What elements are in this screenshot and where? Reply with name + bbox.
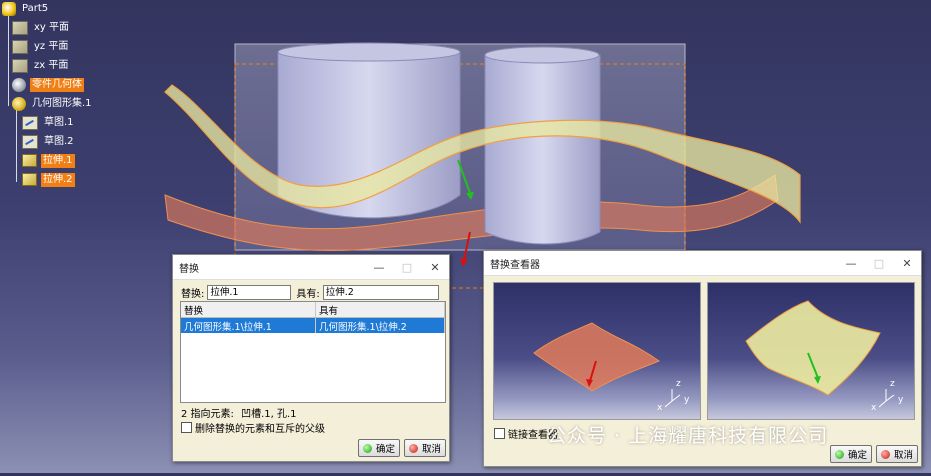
tree-item-sketch-1[interactable]: 草图.1: [22, 114, 76, 131]
ok-icon: [362, 443, 372, 453]
cancel-label: 取消: [421, 444, 441, 455]
column-header[interactable]: 替换: [181, 302, 316, 318]
replacement-table: 替换 具有 几何图形集.1\拉伸.1 几何图形集.1\拉伸.2: [180, 301, 446, 403]
part-icon: [2, 1, 16, 16]
viewer-dialog-titlebar[interactable]: 替换查看器 — □ ✕: [484, 251, 921, 276]
table-row[interactable]: 几何图形集.1\拉伸.1 几何图形集.1\拉伸.2: [181, 317, 445, 333]
tree-item-part-body[interactable]: 零件几何体: [12, 76, 84, 93]
cancel-button[interactable]: 取消: [404, 439, 446, 457]
gear-icon: [12, 77, 26, 92]
preview-replace[interactable]: z y x: [493, 282, 701, 420]
ok-label: 确定: [847, 450, 867, 461]
sketch-icon: [22, 134, 38, 149]
preview-surface-red: [533, 322, 681, 408]
preview-with[interactable]: z y x: [707, 282, 915, 420]
tree-connector: [16, 110, 17, 182]
tree-item-xy-plane[interactable]: xy 平面: [12, 19, 71, 36]
tree-item-label: 拉伸.2: [41, 172, 75, 187]
cylinder-right-top: [484, 46, 600, 64]
cancel-icon: [880, 449, 890, 459]
with-label: 具有:: [296, 289, 320, 300]
axis-z-label: z: [890, 379, 895, 389]
delete-replaced-label: 删除替换的元素和互斥的父级: [195, 424, 325, 435]
ok-button[interactable]: 确定: [358, 439, 400, 457]
tree-item-extrude-1[interactable]: 拉伸.1: [22, 152, 75, 169]
cancel-label: 取消: [893, 450, 913, 461]
replace-dialog: 替换 — □ ✕ 替换: 拉伸.1 具有: 拉伸.2 替换 具有 几何图形集.1…: [172, 254, 450, 462]
tree-item-yz-plane[interactable]: yz 平面: [12, 38, 70, 55]
geometrical-set-icon: [12, 96, 26, 111]
tree-item-label: 拉伸.1: [41, 153, 75, 168]
tree-item-part[interactable]: Part5: [2, 0, 50, 17]
tree-connector: [8, 16, 9, 106]
cancel-icon: [408, 443, 418, 453]
ok-button[interactable]: 确定: [830, 445, 872, 463]
replace-field[interactable]: 拉伸.1: [207, 285, 292, 300]
axis-z-label: z: [676, 379, 681, 389]
tree-item-label: 几何图形集.1: [32, 97, 92, 109]
maximize-button: □: [401, 260, 413, 274]
extrude-icon: [22, 154, 37, 167]
table-cell: 几何图形集.1\拉伸.1: [181, 317, 316, 333]
cancel-button[interactable]: 取消: [876, 445, 918, 463]
delete-replaced-checkbox[interactable]: [181, 422, 192, 433]
sketch-icon: [22, 115, 38, 130]
column-header[interactable]: 具有: [315, 302, 445, 318]
tree-item-label: Part5: [22, 2, 49, 14]
axis-y-label: y: [684, 395, 690, 405]
replace-dialog-titlebar[interactable]: 替换 — □ ✕: [173, 255, 449, 280]
ok-icon: [834, 449, 844, 459]
dialog-title: 替换查看器: [490, 259, 540, 271]
tree-item-sketch-2[interactable]: 草图.2: [22, 133, 76, 150]
maximize-button: □: [873, 256, 885, 270]
tree-item-extrude-2[interactable]: 拉伸.2: [22, 171, 75, 188]
table-cell: 几何图形集.1\拉伸.2: [315, 317, 445, 333]
red-arrow-head: [460, 258, 468, 267]
tree-item-label: 草图.1: [44, 116, 74, 128]
cylinder-right: [484, 54, 601, 245]
tree-item-label: zx 平面: [34, 59, 69, 71]
plane-icon: [12, 39, 28, 54]
with-field[interactable]: 拉伸.2: [322, 285, 439, 300]
plane-icon: [12, 20, 28, 35]
replace-label: 替换:: [181, 289, 205, 300]
tree-item-label: 零件几何体: [30, 77, 84, 92]
pointing-elements-label: 2 指向元素:: [181, 409, 234, 420]
tree-item-label: yz 平面: [34, 40, 69, 52]
tree-item-label: xy 平面: [34, 21, 70, 33]
plane-icon: [12, 58, 28, 73]
extrude-icon: [22, 173, 37, 186]
tree-item-zx-plane[interactable]: zx 平面: [12, 57, 70, 74]
minimize-button[interactable]: —: [837, 257, 865, 270]
preview-surface-yellow: [745, 300, 895, 408]
watermark: 公众号 · 上海耀唐科技有限公司: [547, 425, 829, 447]
close-button[interactable]: ✕: [893, 257, 921, 270]
link-viewer-checkbox[interactable]: [494, 428, 505, 439]
minimize-button[interactable]: —: [365, 261, 393, 274]
tree-item-label: 草图.2: [44, 135, 74, 147]
pointing-elements-value: 凹槽.1, 孔.1: [241, 409, 297, 420]
axis-x-label: x: [657, 403, 663, 413]
close-button[interactable]: ✕: [421, 261, 449, 274]
ok-label: 确定: [375, 444, 395, 455]
axis-x-label: x: [871, 403, 877, 413]
dialog-title: 替换: [179, 263, 199, 275]
cylinder-left-top: [277, 42, 461, 62]
tree-item-geometrical-set[interactable]: 几何图形集.1: [12, 95, 94, 112]
axis-y-label: y: [898, 395, 904, 405]
